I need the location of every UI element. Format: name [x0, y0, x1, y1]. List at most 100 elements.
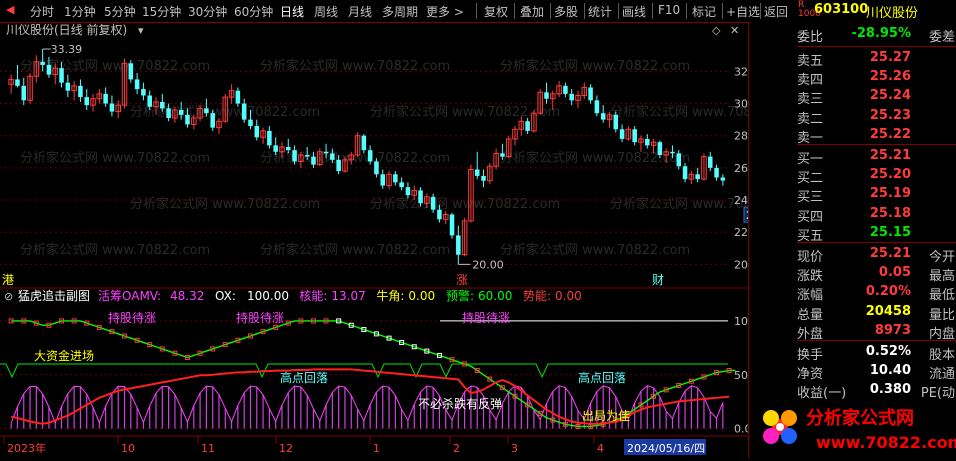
toolbar-divider [514, 3, 515, 19]
quote-row-label2: 今开 [928, 250, 955, 265]
statistics-button[interactable]: 统计 [588, 3, 612, 20]
period-tab-weekly[interactable]: 周线 [314, 3, 338, 20]
ask-row: 卖三 25.24 [749, 88, 956, 108]
x-axis-label: 1 [373, 442, 380, 455]
stock-name: 川仪股份 [866, 6, 919, 21]
sub-tick-label: 0.0 [734, 423, 748, 436]
candle-body [632, 129, 637, 143]
candle-body [128, 63, 134, 80]
candle-body [456, 235, 461, 255]
ask-row-label: 卖三 [797, 92, 824, 108]
overlay-button[interactable]: 叠加 [520, 3, 544, 20]
x-axis-label: 3 [511, 442, 518, 455]
quote-row-value: 0.20% [865, 284, 911, 300]
quote2-row: 净资 10.40 流通 [749, 363, 956, 382]
period-tab-15min[interactable]: 15分钟 [142, 3, 181, 20]
quote2-row: 换手 0.52% 股本 [749, 344, 956, 363]
chart-area[interactable]: 分析家公式网 www.70822.com 分析家公式网 www.70822.com… [0, 22, 748, 458]
kline-chart[interactable]: 分析家公式网 www.70822.com 分析家公式网 www.70822.com… [0, 22, 748, 458]
candle-body [15, 79, 20, 86]
watermark-text: 分析家公式网 www.70822.com [610, 196, 748, 212]
period-tab-daily[interactable]: 日线 [280, 3, 304, 20]
candle-body [330, 153, 335, 160]
quote2-row-label2: 股本 [928, 348, 955, 363]
multi-stock-button[interactable]: 多股 [554, 3, 578, 20]
candle-body [65, 82, 71, 91]
ask-row-label: 卖四 [797, 73, 824, 89]
candle-body [714, 167, 719, 178]
site-logo: 分析家公式网 www.70822.com [756, 396, 956, 458]
period-tab-monthly[interactable]: 月线 [348, 3, 372, 20]
bid-row-label: 买五 [797, 228, 824, 244]
watermark-text: 分析家公式网 www.70822.com [500, 242, 690, 258]
ask-row-value: 25.23 [869, 107, 911, 123]
candle-body [267, 130, 272, 146]
period-tab-multi[interactable]: 多周期 [382, 3, 418, 20]
period-tab-fenshi[interactable]: 分时 [30, 3, 54, 20]
candle-body [311, 156, 316, 165]
period-tab-5min[interactable]: 5分钟 [104, 3, 136, 20]
candle-body [78, 85, 83, 98]
indicator-param-label: 牛角: [376, 288, 404, 303]
candle-body [134, 79, 140, 90]
candle-body [481, 175, 486, 181]
arrow-left-icon[interactable]: ◀ [6, 3, 14, 16]
indicator-annotation: 高点回落 [280, 370, 328, 385]
watermark-text: 分析家公式网 www.70822.com [130, 196, 320, 212]
ask-row: 卖五 25.27 [749, 50, 956, 69]
price-tick-label: 26.00 [734, 162, 748, 175]
period-tab-more[interactable]: 更多 > [426, 3, 464, 20]
quote-row: 涨跌 0.05 最高 [749, 265, 956, 284]
quote-row-value: 8973 [874, 322, 911, 338]
indicator-param-value: 0.00 [555, 289, 582, 303]
diamond-icon: ◇ [712, 24, 721, 37]
candle-body [563, 85, 568, 94]
candle-body [393, 174, 398, 183]
indicator-annotation: 出局为佳 [582, 409, 630, 423]
candle-body [380, 174, 386, 186]
candle-body [361, 135, 367, 151]
quote2-row-label: 换手 [797, 348, 824, 363]
candle-body [474, 169, 480, 176]
bid-row-value: 25.15 [869, 224, 911, 240]
quote-row-value: 0.05 [878, 265, 911, 281]
candle-body [109, 103, 115, 112]
candle-body [707, 156, 713, 168]
ask-row-value: 25.27 [869, 50, 911, 65]
price-tick-label: 22.00 [734, 226, 748, 239]
toolbar-divider [476, 3, 477, 19]
price-tick-label: 28.00 [734, 130, 748, 143]
ask-row-label: 卖一 [797, 130, 824, 146]
candle-body [210, 113, 215, 128]
fuquan-button[interactable]: 复权 [484, 3, 508, 20]
draw-line-button[interactable]: 画线 [622, 3, 646, 20]
period-tab-30min[interactable]: 30分钟 [188, 3, 227, 20]
period-tab-1min[interactable]: 1分钟 [64, 3, 96, 20]
back-button[interactable]: 返回 [764, 3, 788, 20]
date-tag: 2024/05/16/四 [627, 442, 705, 455]
indicator-menu-icon: ⊘ [4, 290, 13, 303]
candle-body [21, 85, 27, 101]
candle-body [235, 90, 241, 104]
candle-body [273, 145, 278, 152]
quote-row-value: 25.21 [869, 246, 911, 261]
bid-row: 买五 25.15 [749, 224, 956, 244]
toolbar-divider [722, 3, 723, 19]
mark-button[interactable]: 标记 [692, 3, 716, 20]
weibi-row: 委比 -28.95% 委差 [749, 26, 956, 45]
price-tick-label: 30.00 [734, 98, 748, 111]
toolbar-divider [686, 3, 687, 19]
add-watchlist-button[interactable]: +自选 [726, 3, 760, 20]
bid-row: 买四 25.18 [749, 206, 956, 225]
candle-body [336, 159, 341, 172]
candle-body [657, 142, 663, 155]
quote-row-label: 涨幅 [797, 288, 824, 304]
ask-row-value: 25.26 [869, 69, 911, 85]
bid-row-value: 25.20 [869, 167, 911, 183]
sub-tick-label: 50.0 [734, 369, 748, 382]
candle-body [437, 209, 442, 220]
candle-body [405, 187, 411, 196]
candle-body [399, 182, 404, 188]
period-tab-60min[interactable]: 60分钟 [234, 3, 273, 20]
f10-button[interactable]: F10 [658, 3, 680, 17]
